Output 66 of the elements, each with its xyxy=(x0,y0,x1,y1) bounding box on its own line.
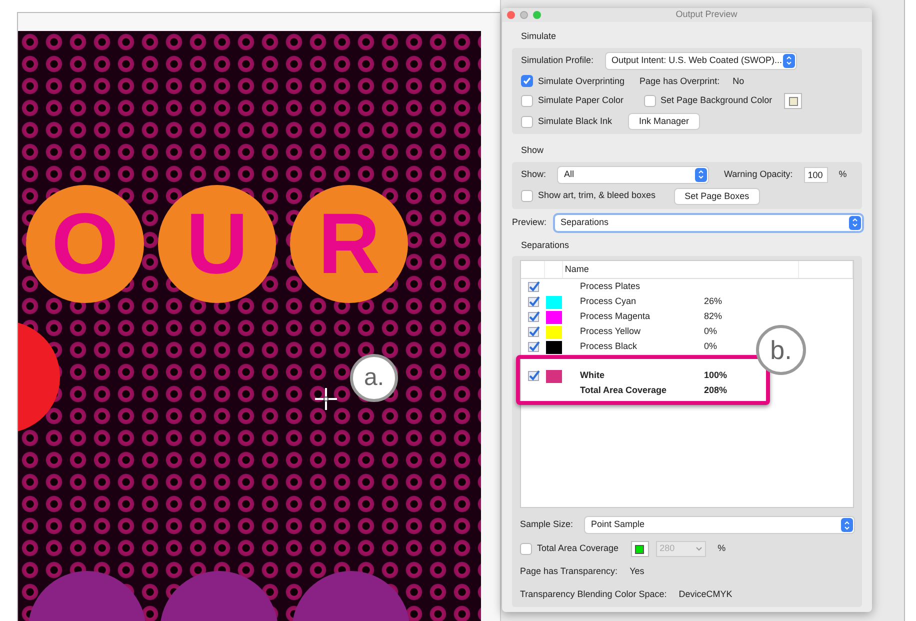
coverage-value: 0% xyxy=(704,326,718,336)
separation-name: Process Magenta xyxy=(580,310,650,321)
checkbox[interactable] xyxy=(521,190,533,202)
separation-name: White xyxy=(580,370,604,380)
stepper-icon xyxy=(782,54,795,68)
label: Total Area Coverage xyxy=(537,542,619,556)
label: % xyxy=(718,542,726,556)
section-heading: Show xyxy=(520,144,545,157)
opacity-field[interactable]: 100 xyxy=(804,168,827,182)
check-icon[interactable] xyxy=(528,281,540,292)
check-icon[interactable] xyxy=(528,296,540,307)
label: Transparency Blending Color Space: xyxy=(520,588,667,601)
label: Set Page Background Color xyxy=(660,94,772,108)
label: Simulate Overprinting xyxy=(538,74,625,88)
label: Simulate Black Ink xyxy=(538,114,612,128)
section-heading: Simulate xyxy=(520,30,558,43)
coverage-value: 82% xyxy=(704,310,722,321)
show-select[interactable]: All xyxy=(558,166,708,182)
separation-name: Process Cyan xyxy=(580,296,636,306)
coverage-value: 0% xyxy=(704,340,718,351)
coverage-value: 208% xyxy=(704,384,728,395)
color-swatch[interactable] xyxy=(785,94,802,108)
separation-name: Total Area Coverage xyxy=(580,384,667,395)
separation-name: Process Yellow xyxy=(580,326,641,336)
separation-name: Process Plates xyxy=(580,280,640,291)
stepper-icon xyxy=(841,518,853,532)
checkbox[interactable] xyxy=(521,75,533,88)
label: Simulation Profile: xyxy=(521,54,594,67)
stepper-icon xyxy=(849,216,861,230)
label: Show: xyxy=(521,168,546,181)
label: Preview: xyxy=(512,216,547,229)
separation-name: Process Black xyxy=(580,340,638,351)
sample-size-select[interactable]: Point Sample xyxy=(585,517,854,533)
check-icon[interactable] xyxy=(528,341,540,352)
profile-select[interactable]: Output Intent: U.S. Web Coated (SWOP)... xyxy=(606,52,796,68)
label: Yes xyxy=(630,565,644,578)
stepper-icon xyxy=(695,168,708,182)
label: DeviceCMYK xyxy=(678,588,732,600)
checkbox[interactable] xyxy=(521,116,533,128)
minimize-button[interactable] xyxy=(520,11,528,19)
label: Page has Transparency: xyxy=(520,565,618,578)
label: Simulate Paper Color xyxy=(538,94,624,108)
label: Page has Overprint: xyxy=(640,74,720,88)
coverage-value: 100% xyxy=(704,370,728,380)
label: Sample Size: xyxy=(520,518,574,532)
chevron-icon xyxy=(696,547,702,551)
label: Show art, trim, & bleed boxes xyxy=(538,189,656,202)
coverage-value: 26% xyxy=(704,296,722,306)
label: % xyxy=(838,168,847,181)
column-header: Name xyxy=(564,264,589,274)
crosshair-icon xyxy=(315,388,337,410)
window-title: Output Preview xyxy=(676,8,738,22)
push-button[interactable]: Set Page Boxes xyxy=(674,188,760,204)
push-button[interactable]: Ink Manager xyxy=(629,114,700,129)
callout-marker: a. xyxy=(350,354,398,402)
preview-select[interactable]: Separations xyxy=(554,214,862,230)
checkbox[interactable] xyxy=(644,95,656,107)
color-swatch[interactable] xyxy=(632,542,648,556)
section-heading: Separations xyxy=(520,238,570,252)
checkbox[interactable] xyxy=(521,95,533,107)
label: Warning Opacity: xyxy=(724,168,793,181)
check-icon[interactable] xyxy=(528,326,540,337)
close-button[interactable] xyxy=(507,11,515,19)
label: No xyxy=(732,74,744,88)
check-icon[interactable] xyxy=(528,311,540,322)
check-icon[interactable] xyxy=(528,370,540,381)
